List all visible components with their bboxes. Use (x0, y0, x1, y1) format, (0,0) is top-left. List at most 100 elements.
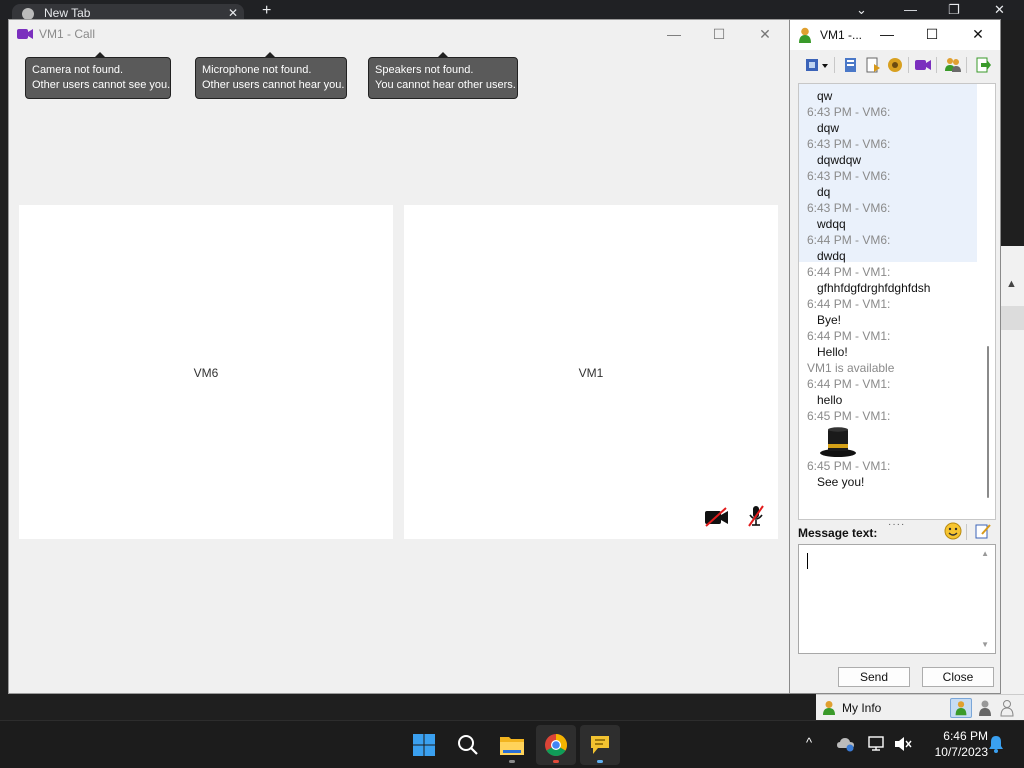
microphone-warning-tooltip: Microphone not found. Other users cannot… (195, 52, 347, 99)
offline-contacts-icon[interactable] (996, 698, 1018, 718)
call-minimize-button[interactable]: — (663, 24, 685, 44)
browser-restore-button[interactable]: ❐ (948, 2, 960, 18)
smiley-icon[interactable] (944, 522, 962, 540)
video-pane-remote[interactable]: VM6 (19, 205, 393, 539)
history-icon[interactable] (842, 56, 860, 74)
browser-new-tab-button[interactable]: + (262, 2, 271, 20)
messenger-icon (591, 736, 609, 754)
message-body: Bye! (817, 313, 842, 327)
text-caret (807, 553, 808, 569)
message-body: dqw (817, 121, 840, 135)
video-pane-remote-label: VM6 (193, 366, 219, 380)
clock-date: 10/7/2023 (934, 745, 988, 759)
message-body: gfhhfdgfdrghfdghfdsh (817, 281, 931, 295)
message-list: qw 6:43 PM - VM6: dqw 6:43 PM - VM6: dqwdqw 6… (799, 88, 979, 490)
toolbar-separator (936, 57, 937, 73)
windows-start-icon (413, 734, 435, 756)
call-window-titlebar[interactable]: VM1 - Call — ☐ ✕ (9, 20, 789, 48)
running-indicator (597, 760, 603, 763)
messenger-button[interactable] (580, 725, 620, 765)
tray-overflow-chevron-icon[interactable]: ^ (806, 735, 812, 750)
browser-tab[interactable]: New Tab ✕ (12, 4, 244, 20)
pane-splitter[interactable]: ···· (888, 519, 905, 530)
away-contacts-icon[interactable] (974, 698, 996, 718)
message-header: 6:44 PM - VM6: (807, 233, 891, 247)
microphone-off-icon[interactable] (747, 505, 765, 527)
message-body: dq (817, 185, 831, 199)
message-header: 6:44 PM - VM1: (807, 377, 891, 391)
background-selected-band (1000, 306, 1024, 330)
call-window: VM1 - Call — ☐ ✕ Camera not found. Other… (8, 19, 790, 694)
call-close-button[interactable]: ✕ (754, 24, 776, 44)
my-info-label[interactable]: My Info (842, 701, 881, 715)
file-explorer-button[interactable] (492, 725, 532, 765)
notifications-bell-icon[interactable] (988, 735, 1004, 753)
windows-start-button[interactable] (404, 725, 444, 765)
camera-warning-line2: Other users cannot see you. (32, 79, 171, 91)
browser-tab-search-icon[interactable]: ⌄ (856, 2, 867, 18)
chat-window-title: VM1 -... (820, 28, 863, 42)
settings-icon[interactable] (886, 56, 904, 74)
chat-minimize-button[interactable]: — (876, 24, 898, 44)
camera-off-icon[interactable] (704, 507, 730, 527)
message-history[interactable]: qw 6:43 PM - VM6: dqw 6:43 PM - VM6: dqwdqw 6… (798, 83, 996, 520)
chrome-button[interactable] (536, 725, 576, 765)
volume-muted-icon[interactable] (894, 736, 912, 752)
browser-tab-title: New Tab (44, 6, 91, 20)
microphone-warning-line2: Other users cannot hear you. (202, 79, 345, 91)
message-header: 6:43 PM - VM6: (807, 137, 891, 151)
send-button[interactable]: Send (838, 667, 910, 687)
message-header: 6:43 PM - VM6: (807, 105, 891, 119)
camera-warning-line1: Camera not found. (32, 64, 124, 76)
call-window-title: VM1 - Call (39, 27, 96, 41)
chat-window-titlebar[interactable]: VM1 -... — ☐ ✕ (790, 20, 1000, 50)
browser-minimize-button[interactable]: — (904, 2, 917, 17)
message-input[interactable]: ▲ ▼ (798, 544, 996, 654)
background-scroll-up-icon[interactable]: ▲ (1006, 278, 1017, 290)
video-pane-local[interactable]: VM1 (404, 205, 778, 539)
clock-time: 6:46 PM (943, 729, 988, 743)
messenger-status-strip: My Info (816, 694, 1024, 720)
browser-tab-close-icon[interactable]: ✕ (228, 4, 238, 20)
message-text-label: Message text: (798, 526, 878, 540)
exit-icon[interactable] (974, 56, 992, 74)
message-header: 6:44 PM - VM1: (807, 329, 891, 343)
toolbar-separator (966, 57, 967, 73)
cloud-status-icon[interactable] (836, 736, 856, 752)
top-hat-icon (820, 427, 856, 457)
add-contact-icon[interactable] (944, 56, 962, 74)
status-dropdown-icon[interactable] (804, 56, 830, 74)
message-header: 6:43 PM - VM6: (807, 169, 891, 183)
chat-maximize-button[interactable]: ☐ (921, 24, 943, 44)
message-body: hello (817, 393, 843, 407)
message-body: dqwdqw (817, 153, 862, 167)
online-contacts-icon[interactable] (950, 698, 972, 718)
network-icon[interactable] (868, 736, 886, 752)
chat-window: VM1 -... — ☐ ✕ qw 6:43 PM - VM6: dqw 6:4… (789, 19, 1001, 694)
message-scrollbar[interactable] (987, 346, 989, 498)
message-header: VM1 is available (807, 361, 895, 375)
input-scroll-up-icon[interactable]: ▲ (981, 549, 989, 558)
chat-close-button[interactable]: ✕ (967, 24, 989, 44)
speakers-warning-line2: You cannot hear other users. (375, 79, 516, 91)
message-emoji (799, 424, 979, 458)
edit-message-icon[interactable] (974, 522, 992, 540)
video-pane-local-label: VM1 (578, 366, 604, 380)
call-maximize-button[interactable]: ☐ (708, 24, 730, 44)
taskbar-clock[interactable]: 6:46 PM 10/7/2023 (922, 728, 988, 760)
input-scroll-down-icon[interactable]: ▼ (981, 640, 989, 649)
message-body: dwdq (817, 249, 846, 263)
toolbar-separator (908, 57, 909, 73)
browser-close-button[interactable]: ✕ (994, 2, 1005, 18)
microphone-warning-line1: Microphone not found. (202, 64, 312, 76)
message-header: 6:43 PM - VM6: (807, 201, 891, 215)
taskbar-search-button[interactable] (448, 725, 488, 765)
video-call-icon[interactable] (914, 56, 932, 74)
speakers-warning-line1: Speakers not found. (375, 64, 474, 76)
close-button[interactable]: Close (922, 667, 994, 687)
message-body: qw (817, 89, 833, 103)
message-header: 6:45 PM - VM1: (807, 459, 891, 473)
search-icon (458, 735, 478, 755)
user-status-icon (799, 27, 811, 43)
file-transfer-icon[interactable] (864, 56, 882, 74)
